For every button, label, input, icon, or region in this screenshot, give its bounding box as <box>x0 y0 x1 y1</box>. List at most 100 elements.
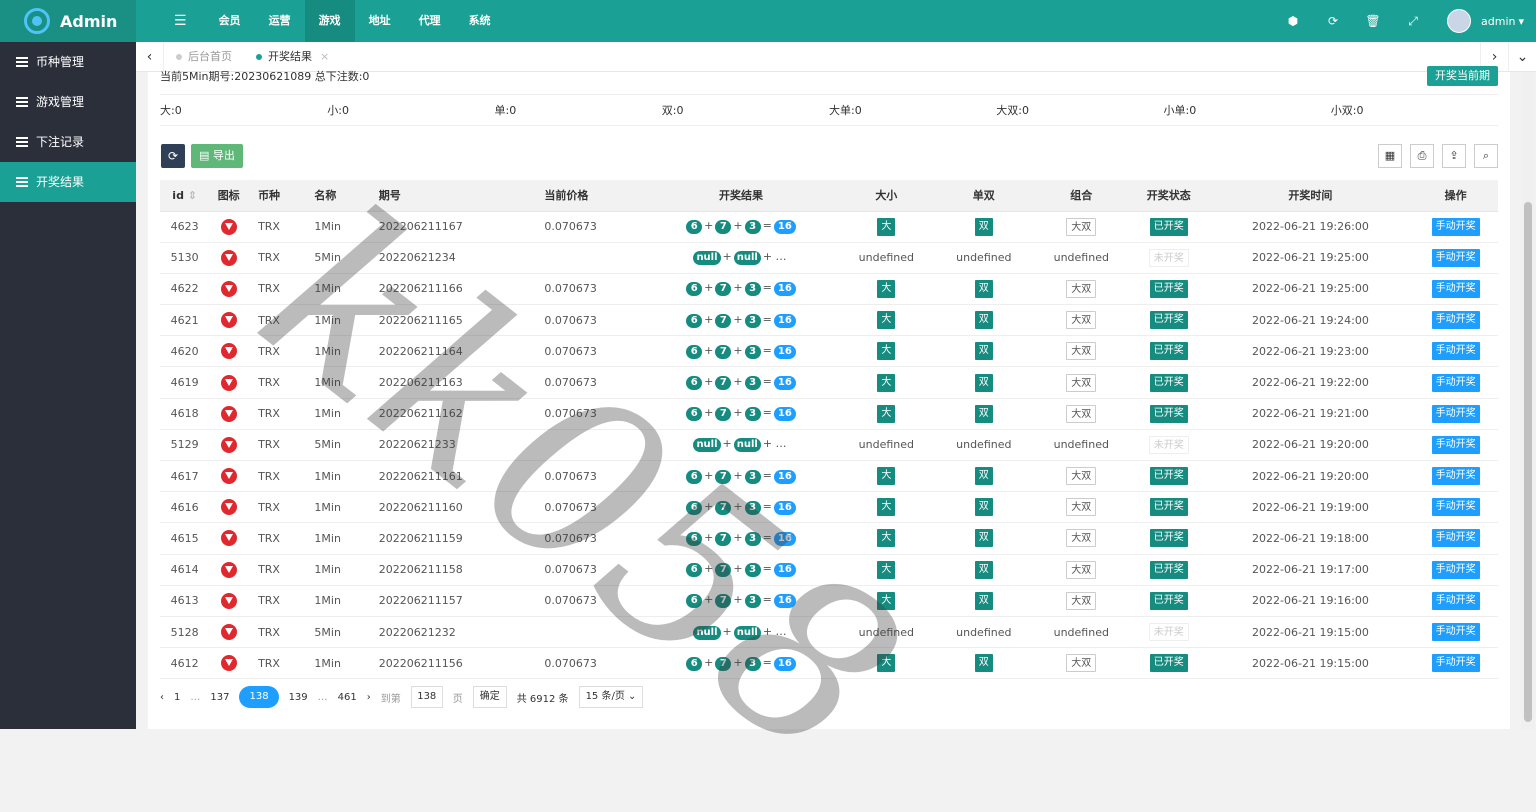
cell-status: 已开奖 <box>1130 491 1208 524</box>
trx-coin-icon <box>220 468 237 485</box>
manual-draw-button[interactable]: 手动开奖 <box>1431 591 1480 610</box>
tab-results[interactable]: 开奖结果 × <box>244 42 341 72</box>
search-icon[interactable]: ⌕ <box>1474 144 1498 168</box>
page-scrollbar[interactable] <box>1522 72 1534 729</box>
tab-scroll-left-icon[interactable]: ‹ <box>136 41 164 72</box>
stat-item: 小单:0 <box>1163 104 1197 117</box>
column-header[interactable]: id ⇕ <box>160 180 210 212</box>
manual-draw-button[interactable]: 手动开奖 <box>1431 311 1480 330</box>
manual-draw-button[interactable]: 手动开奖 <box>1431 529 1480 548</box>
tab-dot <box>176 53 182 60</box>
refresh-button[interactable]: ⟳ <box>161 144 185 168</box>
tab-menu-chevron-down-icon[interactable]: ⌄ <box>1508 41 1536 72</box>
export-file-icon[interactable]: ⇪ <box>1442 144 1466 168</box>
cell-icon <box>209 616 249 649</box>
app-logo[interactable]: Admin <box>0 0 136 42</box>
cell-price <box>534 429 645 462</box>
cell-result: 6 +7 +3 = 16 <box>644 335 838 368</box>
fullscreen-icon[interactable]: ⤢ <box>1393 14 1433 29</box>
cell-action: 手动开奖 <box>1413 429 1498 462</box>
manual-draw-button[interactable]: 手动开奖 <box>1431 373 1480 392</box>
next-page-icon[interactable]: › <box>367 692 371 703</box>
cell-coin: TRX <box>248 585 305 617</box>
manual-draw-button[interactable]: 手动开奖 <box>1431 435 1480 454</box>
cell-id: 4612 <box>160 647 210 680</box>
result-operator: + <box>704 219 714 233</box>
page-last[interactable]: 461 <box>338 692 357 703</box>
status-badge: 未开奖 <box>1148 248 1189 267</box>
sidebar-item-games[interactable]: 游戏管理 <box>0 82 136 122</box>
nav-address[interactable]: 地址 <box>355 0 405 42</box>
close-icon[interactable]: × <box>320 42 329 72</box>
cell-price: 0.070673 <box>534 522 645 555</box>
nav-game[interactable]: 游戏 <box>304 0 355 42</box>
tab-home[interactable]: 后台首页 <box>164 42 244 72</box>
manual-draw-button[interactable]: 手动开奖 <box>1431 217 1480 236</box>
cell-parity: 双 <box>935 554 1033 586</box>
combo-badge: 大双 <box>1066 404 1097 423</box>
combo-badge: 大双 <box>1066 591 1097 610</box>
draw-current-button[interactable]: 开奖当前期 <box>1427 66 1498 86</box>
print-icon[interactable]: ⎙ <box>1410 144 1434 168</box>
cell-id: 4622 <box>160 273 210 306</box>
prev-page-icon[interactable]: ‹ <box>160 692 164 703</box>
results-table: id ⇕ 图标 币种 名称 期号 当前价格 开奖结果 大小 单双 组合 开奖状态 开奖时间 操作 462… <box>160 180 1498 680</box>
manual-draw-button[interactable]: 手动开奖 <box>1431 467 1480 486</box>
scrollbar-thumb[interactable] <box>1524 202 1532 722</box>
goto-page-input[interactable]: 138 <box>410 686 443 708</box>
sort-icon[interactable]: ⇕ <box>184 189 197 202</box>
trx-coin-icon <box>220 249 237 266</box>
clear-cache-icon[interactable]: 🗑 <box>1353 14 1393 28</box>
per-page-value: 15 条/页 <box>585 691 625 702</box>
page-139[interactable]: 139 <box>289 692 308 703</box>
nav-system[interactable]: 系统 <box>455 0 505 42</box>
result-operator: + <box>704 281 714 295</box>
nav-agent[interactable]: 代理 <box>405 0 455 42</box>
combo-badge: 大双 <box>1066 217 1097 236</box>
trx-coin-icon <box>220 374 237 391</box>
result-ball: 7 <box>715 344 732 359</box>
page-current[interactable]: 138 <box>239 686 279 708</box>
manual-draw-button[interactable]: 手动开奖 <box>1431 623 1480 642</box>
result-operator: + <box>704 312 714 326</box>
user-menu[interactable]: admin ▾ <box>1447 9 1524 33</box>
main-content: 当前5Min期号:20230621089 总下注数:0 开奖当前期 大:0 小:0… <box>148 66 1510 729</box>
manual-draw-button[interactable]: 手动开奖 <box>1431 654 1480 673</box>
manual-draw-button[interactable]: 手动开奖 <box>1431 560 1480 579</box>
cell-result: null + null + … <box>644 429 838 462</box>
trx-coin-icon <box>220 561 237 578</box>
result-ball: 3 <box>744 594 761 609</box>
sidebar-item-results[interactable]: 开奖结果 <box>0 162 136 202</box>
menu-toggle-icon[interactable]: ☰ <box>156 0 205 42</box>
cell-time: 2022-06-21 19:24:00 <box>1207 304 1414 337</box>
page-1[interactable]: 1 <box>174 692 180 703</box>
columns-icon[interactable]: ▦ <box>1378 144 1402 168</box>
sidebar-item-bets[interactable]: 下注记录 <box>0 122 136 162</box>
cell-parity: 双 <box>935 585 1033 617</box>
result-ball: 6 <box>686 407 703 422</box>
manual-draw-button[interactable]: 手动开奖 <box>1431 248 1480 267</box>
cell-status: 已开奖 <box>1130 335 1208 368</box>
manual-draw-button[interactable]: 手动开奖 <box>1431 342 1480 361</box>
cell-status: 已开奖 <box>1130 398 1208 430</box>
per-page-select[interactable]: 15 条/页 ⌄ <box>578 686 644 708</box>
cell-period: 202206211156 <box>368 647 535 680</box>
manual-draw-button[interactable]: 手动开奖 <box>1431 279 1480 298</box>
goto-confirm-button[interactable]: 确定 <box>472 686 507 708</box>
export-button[interactable]: ▤ 导出 <box>191 144 243 168</box>
nav-member[interactable]: 会员 <box>205 0 255 42</box>
theme-icon[interactable]: ⬢ <box>1273 14 1313 28</box>
page-137[interactable]: 137 <box>210 692 229 703</box>
sidebar-item-label: 币种管理 <box>36 55 85 69</box>
manual-draw-button[interactable]: 手动开奖 <box>1431 498 1480 517</box>
refresh-icon[interactable]: ⟳ <box>1313 14 1353 28</box>
cell-time: 2022-06-21 19:19:00 <box>1207 491 1414 524</box>
nav-operation[interactable]: 运营 <box>255 0 305 42</box>
cell-period: 202206211158 <box>368 554 535 586</box>
result-operator: = <box>762 562 772 576</box>
result-ball: null <box>693 625 721 640</box>
table-row: 4620 TRX 1Min 202206211164 0.070673 6 +7 +3 = 16 大… <box>160 335 1498 368</box>
cell-combo: 大双 <box>1032 273 1131 306</box>
sidebar-item-currency[interactable]: 币种管理 <box>0 42 136 82</box>
manual-draw-button[interactable]: 手动开奖 <box>1431 404 1480 423</box>
